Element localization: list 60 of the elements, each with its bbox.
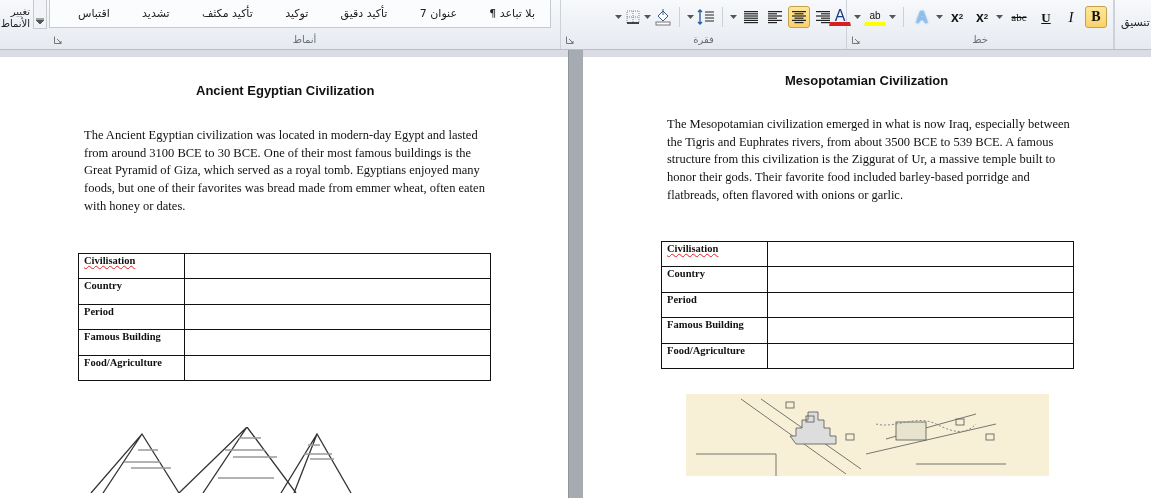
table-cell[interactable]: [767, 266, 1074, 292]
dialog-launcher-icon[interactable]: [54, 36, 62, 44]
table-cell[interactable]: [184, 329, 491, 355]
table-cell[interactable]: [767, 317, 1074, 343]
row-label: Country: [84, 280, 122, 291]
dropdown-arrow-icon[interactable]: [889, 15, 896, 19]
change-styles-label[interactable]: تغيير: [10, 6, 30, 18]
table-cell[interactable]: [767, 241, 1074, 267]
style-item[interactable]: عنوان 7: [419, 7, 457, 20]
style-item[interactable]: ¶ بلا تباعد: [489, 7, 535, 20]
table-cell[interactable]: [767, 292, 1074, 318]
table-cell[interactable]: [767, 343, 1074, 369]
table-cell[interactable]: [184, 304, 491, 330]
strikethrough-button[interactable]: abc: [1006, 6, 1032, 28]
gallery-more-icon[interactable]: [36, 18, 44, 24]
row-label: Civilisation: [84, 254, 136, 266]
borders-icon[interactable]: [625, 9, 641, 25]
dialog-launcher-icon[interactable]: [566, 36, 574, 44]
dropdown-arrow-icon[interactable]: [854, 15, 861, 19]
dropdown-arrow-icon[interactable]: [996, 15, 1003, 19]
table-cell[interactable]: [184, 355, 491, 381]
group-label: أنماط: [292, 34, 317, 47]
style-item[interactable]: تأكيد مكثف: [201, 7, 253, 20]
dialog-launcher-icon[interactable]: [852, 36, 860, 44]
align-center-icon[interactable]: [788, 6, 810, 28]
font-color-button[interactable]: A: [829, 8, 851, 26]
dropdown-arrow-icon[interactable]: [687, 15, 694, 19]
style-item[interactable]: توكيد: [285, 7, 309, 20]
group-label: خط: [972, 34, 988, 47]
row-label: Civilisation: [667, 242, 719, 254]
style-item[interactable]: تشديد: [142, 7, 170, 20]
shading-bucket-icon[interactable]: [654, 8, 672, 26]
dropdown-arrow-icon[interactable]: [730, 15, 737, 19]
dropdown-arrow-icon[interactable]: [615, 15, 622, 19]
underline-button[interactable]: U: [1035, 6, 1057, 28]
row-label: Period: [84, 305, 114, 317]
row-label: Food/Agriculture: [84, 356, 162, 368]
group-label: فقرة: [693, 34, 714, 47]
body-paragraph: The Mesopotamian civilization emerged in what is now Iraq, especially between the Tigris and Euphrates rivers, from about 3500 BCE to 539 BCE. A famous structure from this civilization is the Ziggurat of Ur, a massive temple built to honor their gods. Their favorite food included barley-based porridge and flatbreads, often flavored with onions or garlic.: [667, 116, 1071, 204]
table-cell[interactable]: [184, 253, 491, 279]
row-label: Country: [667, 268, 705, 279]
page-heading: Ancient Egyptian Civilization: [196, 83, 375, 98]
row-label: Food/Agriculture: [667, 344, 745, 356]
page-heading: Mesopotamian Civilization: [785, 73, 949, 88]
style-item[interactable]: اقتباس: [78, 7, 110, 20]
body-paragraph: The Ancient Egyptian civilization was located in modern-day Egypt and lasted from around 3100 BCE to 30 BCE. One of their most famous buildings is the Great Pyramid of Giza, which served as a royal tomb. Egyptians enjoyed many foods, but one of their favorites was bread made from emmer wheat, often eaten with honey or dates.: [84, 127, 486, 215]
superscript-button[interactable]: x$^{2}$: [946, 6, 968, 28]
row-label: Famous Building: [667, 319, 744, 330]
bold-button[interactable]: B: [1085, 6, 1107, 28]
row-label: Famous Building: [84, 331, 161, 342]
row-label: Period: [667, 293, 697, 305]
table-cell[interactable]: [184, 278, 491, 304]
highlight-button[interactable]: ab: [864, 8, 886, 26]
italic-button[interactable]: I: [1060, 6, 1082, 28]
group-name: تنسيق: [1121, 16, 1150, 29]
change-styles-label[interactable]: الأنماط: [0, 18, 30, 30]
dropdown-arrow-icon[interactable]: [644, 15, 651, 19]
dropdown-arrow-icon[interactable]: [936, 15, 943, 19]
style-item[interactable]: تأكيد دقيق: [340, 7, 388, 20]
line-spacing-icon[interactable]: [697, 8, 715, 26]
